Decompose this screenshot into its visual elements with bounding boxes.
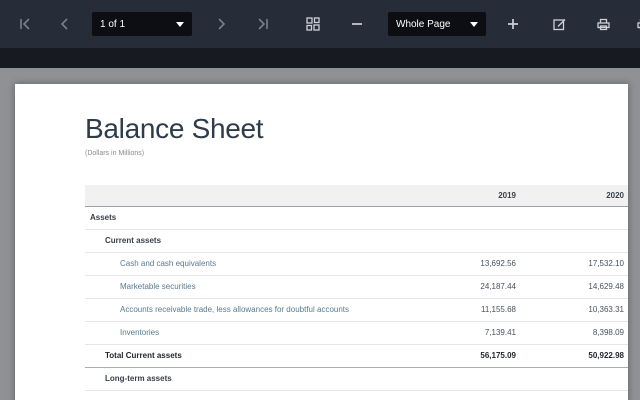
- chevron-left-icon: [58, 17, 72, 31]
- report-canvas[interactable]: Balance Sheet (Dollars in Millions) 2019…: [0, 68, 640, 400]
- pencil-square-icon: [552, 17, 567, 32]
- table-row: Accounts receivable trade, less allowanc…: [85, 298, 628, 321]
- page-layout-button[interactable]: [302, 11, 324, 37]
- zoom-mode-dropdown[interactable]: Whole Page: [388, 12, 486, 36]
- value-2020: [520, 229, 628, 252]
- value-2020: [520, 206, 628, 229]
- row-label: Total Current assets: [85, 344, 418, 367]
- chevron-right-icon: [214, 17, 228, 31]
- zoom-mode-value: Whole Page: [396, 19, 450, 30]
- toolbar-shadow-strip: [0, 48, 640, 68]
- value-2020: 8,398.09: [520, 321, 628, 344]
- table-header-row: 2019 2020: [85, 185, 628, 206]
- column-header-2019: 2019: [418, 185, 520, 206]
- page-title: Balance Sheet: [15, 84, 628, 145]
- table-row: Assets: [85, 206, 628, 229]
- value-2020: 10,363.31: [520, 298, 628, 321]
- row-label: Assets: [85, 206, 418, 229]
- next-page-button[interactable]: [210, 11, 232, 37]
- table-body: AssetsCurrent assetsCash and cash equiva…: [85, 206, 628, 390]
- balance-sheet-table: 2019 2020 AssetsCurrent assetsCash and c…: [85, 185, 628, 391]
- table-row: Marketable securities24,187.4414,629.48: [85, 275, 628, 298]
- value-2019: [418, 206, 520, 229]
- table-row: Total Current assets56,175.0950,922.98: [85, 344, 628, 367]
- row-label: Long-term assets: [85, 367, 418, 390]
- print-button[interactable]: [592, 11, 614, 37]
- minus-icon: [350, 17, 364, 31]
- previous-page-button[interactable]: [54, 11, 76, 37]
- last-page-button[interactable]: [252, 11, 274, 37]
- table-row: Current assets: [85, 229, 628, 252]
- page-number-dropdown[interactable]: 1 of 1: [92, 12, 192, 36]
- edit-parameters-button[interactable]: [548, 11, 570, 37]
- value-2019: [418, 367, 520, 390]
- value-2020: 50,922.98: [520, 344, 628, 367]
- value-2019: [418, 229, 520, 252]
- value-2019: 7,139.41: [418, 321, 520, 344]
- value-2019: 56,175.09: [418, 344, 520, 367]
- page-subtitle: (Dollars in Millions): [15, 150, 628, 157]
- chevron-down-icon: [176, 22, 184, 27]
- row-label: Marketable securities: [85, 275, 418, 298]
- plus-icon: [506, 17, 520, 31]
- printer-icon: [636, 17, 640, 32]
- chevron-down-icon: [470, 22, 478, 27]
- table-row: Inventories7,139.418,398.09: [85, 321, 628, 344]
- printer-icon: [596, 17, 611, 32]
- value-2019: 24,187.44: [418, 275, 520, 298]
- zoom-in-button[interactable]: [502, 11, 524, 37]
- chevron-bar-left-icon: [18, 17, 32, 31]
- value-2019: 11,155.68: [418, 298, 520, 321]
- value-2020: [520, 367, 628, 390]
- chevron-bar-right-icon: [256, 17, 270, 31]
- row-label: Cash and cash equivalents: [85, 252, 418, 275]
- table-row: Long-term assets: [85, 367, 628, 390]
- page-number-value: 1 of 1: [100, 19, 125, 30]
- row-label: Accounts receivable trade, less allowanc…: [85, 298, 418, 321]
- value-2020: 17,532.10: [520, 252, 628, 275]
- value-2019: 13,692.56: [418, 252, 520, 275]
- zoom-out-button[interactable]: [346, 11, 368, 37]
- report-viewer-toolbar: 1 of 1 Whole Pa: [0, 0, 640, 48]
- grid-squares-icon: [305, 16, 321, 32]
- print-preview-button[interactable]: [632, 11, 640, 37]
- value-2020: 14,629.48: [520, 275, 628, 298]
- column-header-2020: 2020: [520, 185, 628, 206]
- row-label: Current assets: [85, 229, 418, 252]
- column-header-label: [85, 185, 418, 206]
- first-page-button[interactable]: [14, 11, 36, 37]
- table-row: Cash and cash equivalents13,692.5617,532…: [85, 252, 628, 275]
- report-page: Balance Sheet (Dollars in Millions) 2019…: [15, 84, 628, 400]
- row-label: Inventories: [85, 321, 418, 344]
